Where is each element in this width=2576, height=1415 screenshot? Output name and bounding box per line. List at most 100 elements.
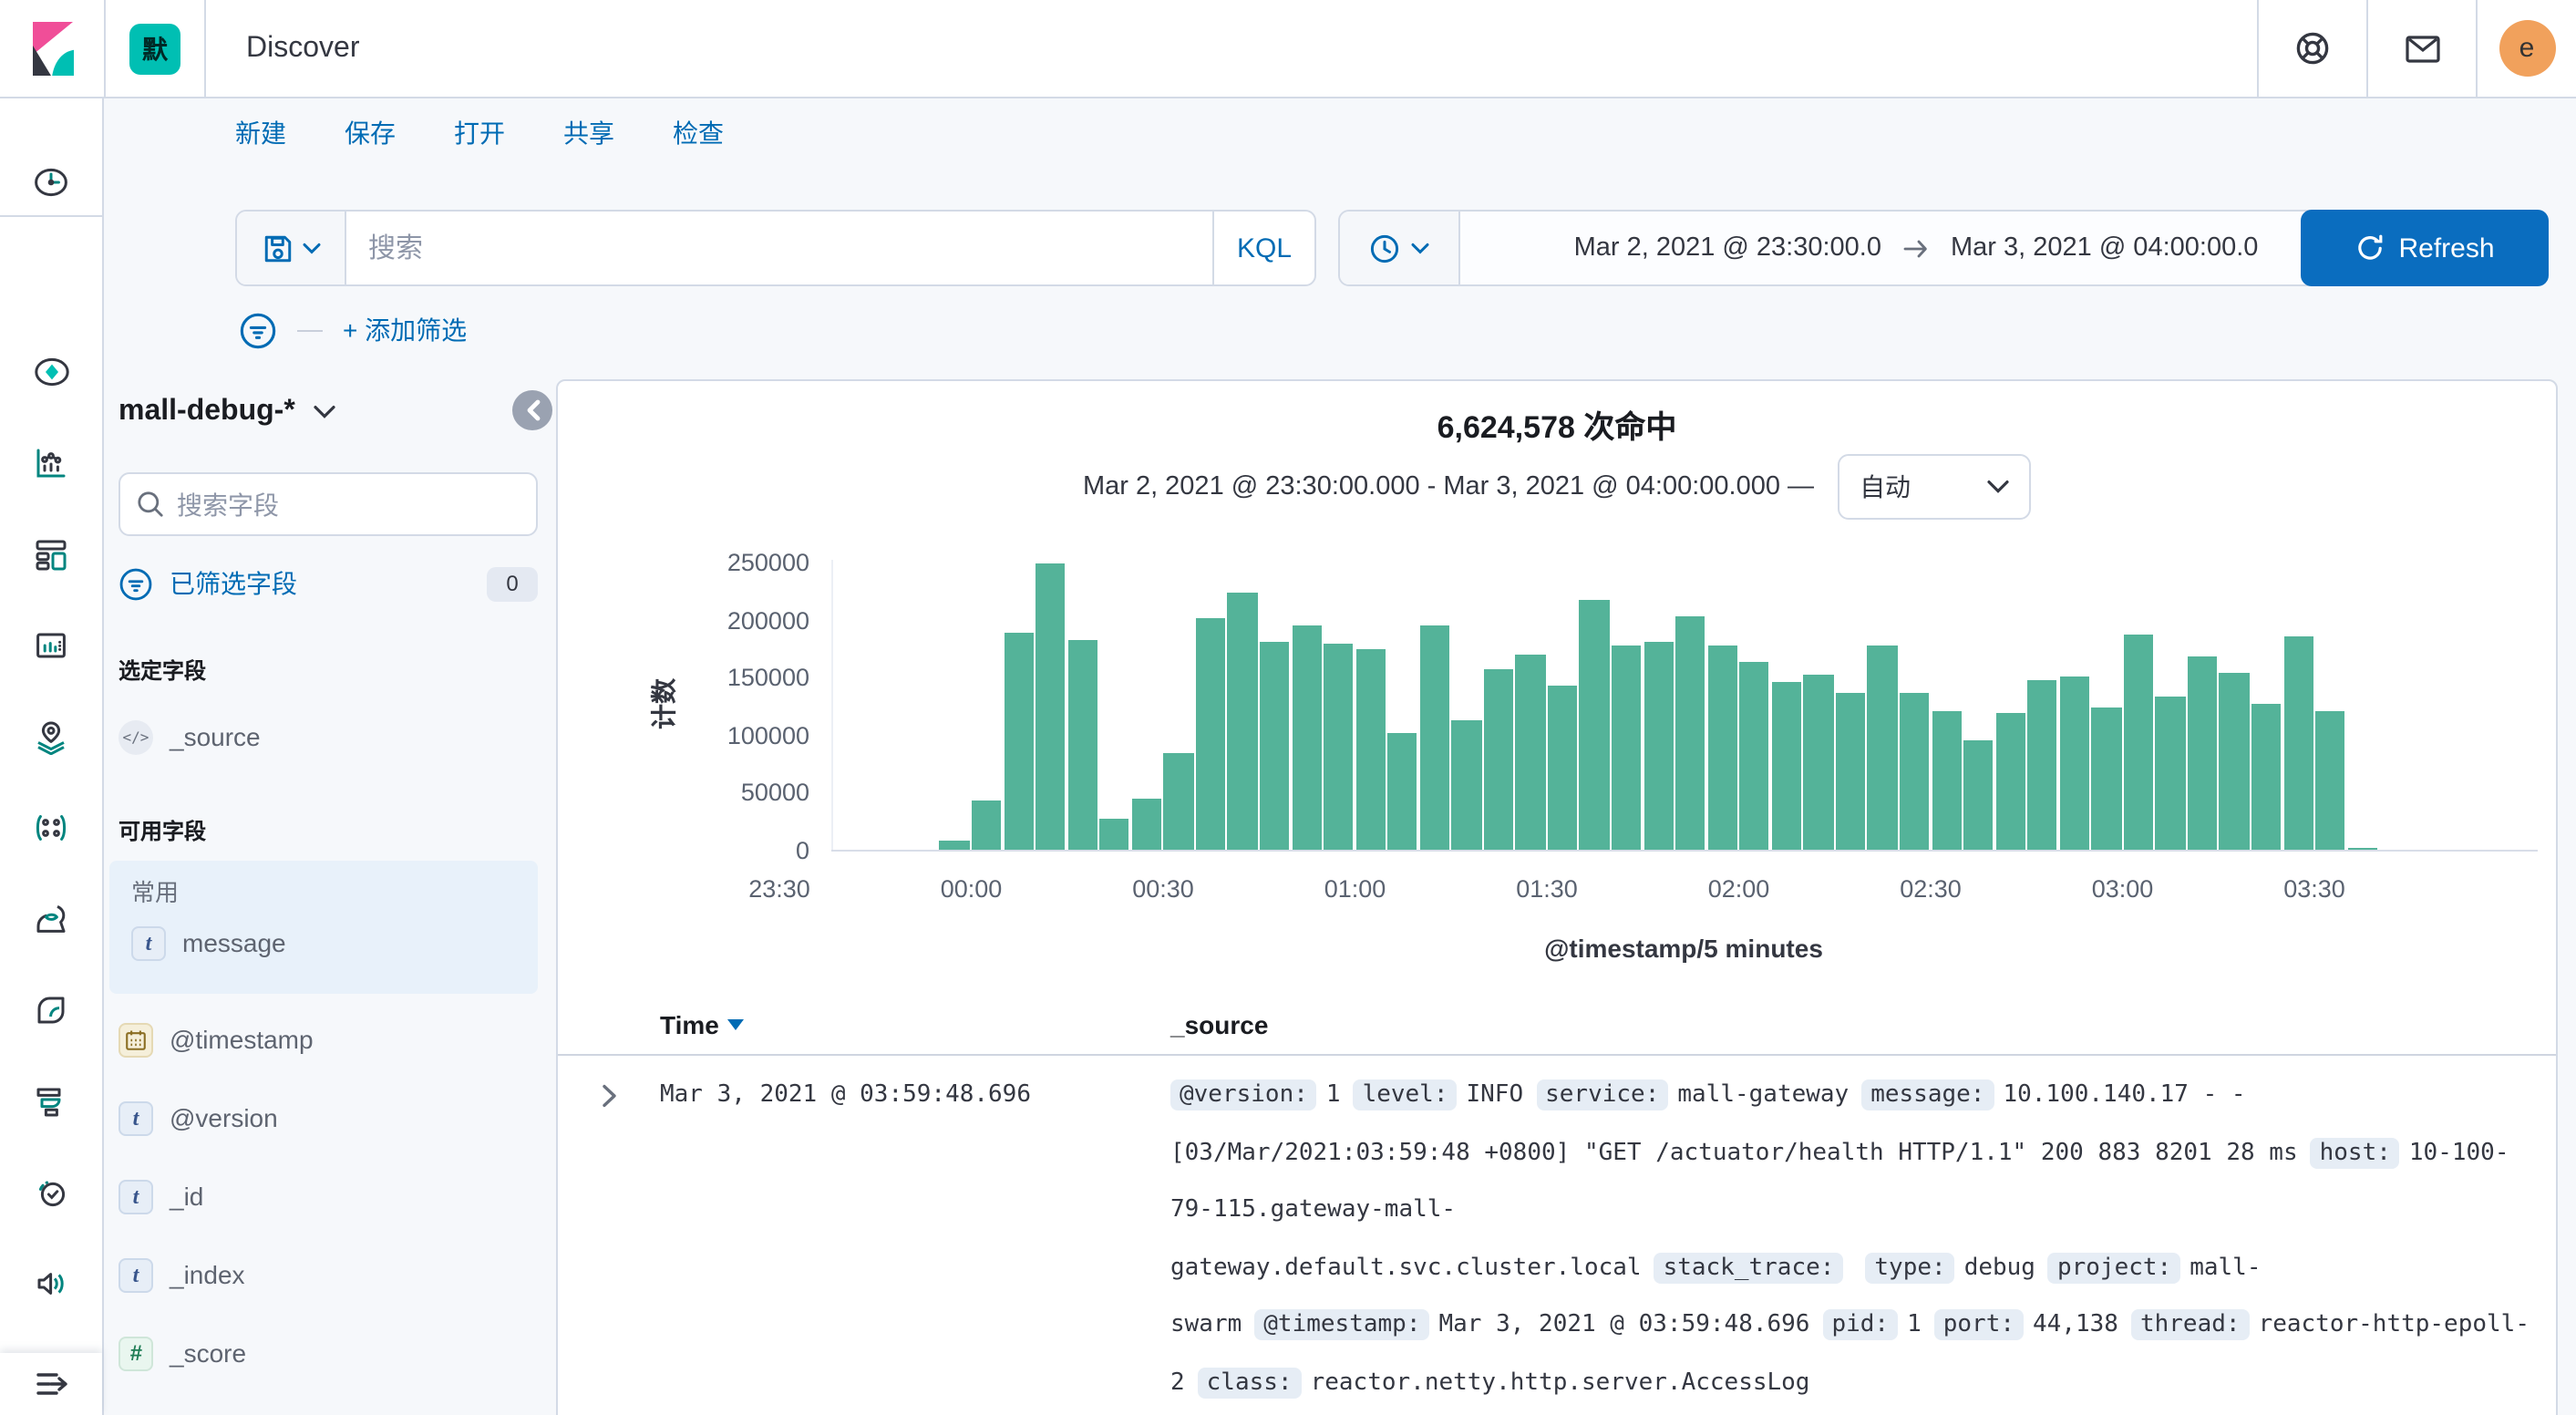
save-button[interactable]: 保存 (345, 115, 396, 151)
field-item-@version[interactable]: t @version (118, 1087, 538, 1149)
date-to[interactable]: Mar 3, 2021 @ 04:00:00.0 (1951, 233, 2258, 263)
histogram-bar[interactable] (1739, 662, 1769, 851)
new-button[interactable]: 新建 (235, 115, 286, 151)
discover-icon[interactable] (0, 336, 102, 408)
histogram-bar[interactable] (2027, 680, 2057, 851)
histogram-bar[interactable] (1707, 646, 1737, 851)
field-item-message[interactable]: t message (131, 912, 527, 974)
histogram-bar[interactable] (1259, 642, 1290, 851)
histogram-bar[interactable] (1451, 720, 1482, 851)
date-quick-menu-button[interactable] (1340, 212, 1460, 284)
time-column-header[interactable]: Time (660, 1010, 1170, 1039)
histogram-bar[interactable] (1643, 642, 1674, 851)
histogram-bar[interactable] (1195, 617, 1226, 851)
histogram-bar[interactable] (2155, 697, 2186, 851)
histogram-bar[interactable] (1387, 733, 1417, 851)
histogram-bar[interactable] (1324, 644, 1354, 851)
histogram-bar[interactable] (1867, 646, 1898, 851)
add-filter-button[interactable]: + 添加筛选 (343, 312, 467, 348)
recently-viewed-icon[interactable] (0, 146, 102, 219)
saved-query-menu-button[interactable] (237, 212, 346, 284)
histogram-bar[interactable] (1036, 563, 1066, 851)
logs-icon[interactable] (0, 974, 102, 1047)
kibana-logo[interactable] (0, 0, 104, 98)
field-search-input[interactable] (177, 490, 520, 519)
save-query-icon (263, 234, 291, 262)
histogram-bar[interactable] (1004, 632, 1034, 851)
histogram-bar[interactable] (1579, 600, 1610, 851)
histogram-bar[interactable] (1675, 615, 1705, 851)
histogram-bar[interactable] (1803, 675, 1834, 851)
histogram-bar[interactable] (2219, 673, 2250, 851)
histogram-bar[interactable] (1515, 655, 1546, 851)
histogram-bar[interactable] (2091, 708, 2122, 851)
histogram-bar[interactable] (1771, 681, 1802, 851)
help-icon[interactable] (2259, 0, 2366, 98)
dashboard-icon[interactable] (0, 518, 102, 591)
field-item-_source[interactable]: </> _source (118, 706, 538, 768)
histogram-bar[interactable] (1612, 645, 1642, 851)
histogram-bar[interactable] (1163, 752, 1194, 851)
histogram-bar[interactable] (1932, 711, 1962, 851)
histogram-bar[interactable] (2251, 704, 2282, 851)
histogram-bar[interactable] (1292, 625, 1322, 851)
calendar-icon (118, 1022, 153, 1057)
enterprise-search-icon[interactable] (0, 883, 102, 955)
field-value: mall-gateway (1677, 1081, 1850, 1109)
collapse-sidebar-button[interactable] (512, 390, 552, 430)
maps-icon[interactable] (0, 700, 102, 773)
uptime-icon[interactable] (0, 1156, 102, 1229)
expand-row-icon[interactable] (558, 1067, 660, 1411)
field-item-@timestamp[interactable]: @timestamp (118, 1008, 538, 1070)
discover-toolbar: 新建 保存 打开 共享 检查 (235, 115, 724, 151)
dock-navigation-icon[interactable] (0, 1353, 102, 1415)
histogram-bar[interactable] (1099, 818, 1129, 851)
apm-icon[interactable] (0, 1065, 102, 1138)
filter-circle-icon[interactable] (239, 311, 277, 349)
sort-down-icon (727, 1019, 745, 1030)
field-item-_index[interactable]: t _index (118, 1244, 538, 1306)
visualize-icon[interactable] (0, 427, 102, 500)
machine-learning-icon[interactable] (0, 791, 102, 864)
metrics-icon[interactable] (0, 1247, 102, 1320)
histogram-bar[interactable] (972, 800, 1002, 851)
histogram-bar[interactable] (1227, 592, 1258, 851)
histogram-bar[interactable] (2187, 656, 2218, 851)
x-tick-label: 02:00 (1707, 875, 1770, 903)
share-button[interactable]: 共享 (563, 115, 614, 151)
histogram-bar[interactable] (1835, 693, 1866, 851)
user-avatar[interactable]: e (2499, 20, 2555, 77)
histogram-bar[interactable] (1963, 740, 1994, 851)
field-item-_id[interactable]: t _id (118, 1165, 538, 1227)
histogram-bar[interactable] (1355, 649, 1386, 851)
histogram-bar[interactable] (1547, 686, 1578, 851)
available-fields-list: @timestamp t@version t_id t_index #_score t_t… (118, 1008, 538, 1415)
histogram-bar[interactable] (1131, 799, 1162, 851)
refresh-button[interactable]: Refresh (2301, 210, 2549, 286)
x-tick-label: 00:30 (1132, 875, 1194, 903)
histogram-bar[interactable] (1067, 640, 1097, 851)
histogram-bar[interactable] (2059, 677, 2089, 851)
histogram-bar[interactable] (1899, 693, 1930, 851)
open-button[interactable]: 打开 (454, 115, 505, 151)
filtered-fields-toggle[interactable]: 已筛选字段 0 (118, 560, 538, 607)
search-input[interactable] (346, 212, 1212, 284)
histogram-bar[interactable] (1483, 668, 1514, 851)
field-item-_type[interactable]: t_type (118, 1400, 538, 1415)
histogram-bar[interactable] (2283, 636, 2313, 851)
field-item-_score[interactable]: # _score (118, 1322, 538, 1384)
index-pattern-switcher[interactable]: mall-debug-* (118, 383, 538, 441)
histogram-bar[interactable] (2123, 635, 2154, 851)
date-from[interactable]: Mar 2, 2021 @ 23:30:00.0 (1574, 233, 1881, 263)
histogram-bar[interactable] (1419, 625, 1449, 851)
kql-button[interactable]: KQL (1212, 212, 1314, 284)
inspect-button[interactable]: 检查 (673, 115, 724, 151)
newsfeed-icon[interactable] (2368, 0, 2476, 98)
y-tick-label: 0 (795, 836, 809, 863)
histogram-bar[interactable] (2315, 710, 2345, 851)
interval-select[interactable]: 自动 (1838, 454, 2032, 520)
canvas-icon[interactable] (0, 609, 102, 682)
magnifier-icon (138, 491, 163, 517)
histogram-bar[interactable] (1995, 712, 2025, 851)
space-avatar[interactable]: 默 (129, 23, 180, 74)
